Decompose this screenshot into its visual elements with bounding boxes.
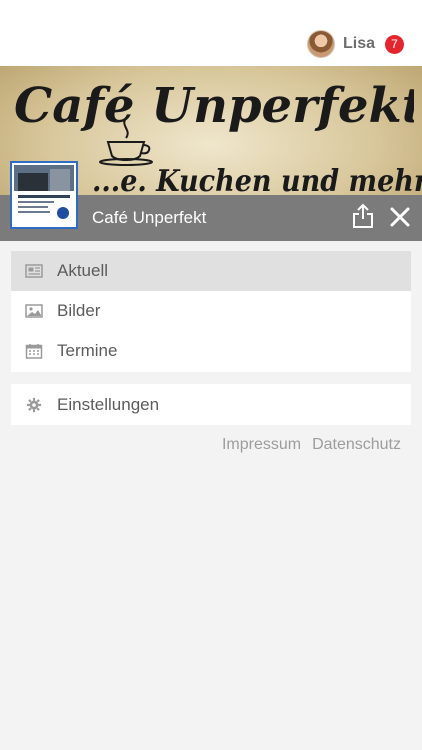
coffee-cup-icon: [99, 117, 153, 166]
content-area: [11, 462, 411, 750]
user-name[interactable]: Lisa: [343, 35, 375, 53]
datenschutz-link[interactable]: Datenschutz: [312, 436, 401, 454]
calendar-icon: [25, 344, 43, 359]
footer-links: Impressum Datenschutz: [222, 436, 401, 454]
gear-icon: [26, 397, 42, 412]
newspaper-icon: [25, 264, 43, 278]
menu-item-label: Bilder: [57, 301, 101, 320]
user-profile[interactable]: Lisa 7: [306, 30, 404, 58]
settings-label: Einstellungen: [57, 394, 160, 414]
hero-subtitle: ...e. Kuchen und mehr...: [92, 164, 422, 199]
menu-item-label: Aktuell: [57, 261, 109, 280]
menu-item-einstellungen[interactable]: Einstellungen: [11, 384, 411, 425]
notification-badge[interactable]: 7: [385, 34, 404, 54]
close-icon[interactable]: [388, 205, 412, 229]
menu-item-termine[interactable]: Termine: [11, 331, 411, 371]
image-icon: [25, 304, 43, 318]
page-logo: [10, 161, 78, 229]
hero-title: Café Unperfekt: [14, 78, 414, 134]
top-bar: Lisa 7: [0, 0, 422, 66]
menu-item-aktuell[interactable]: Aktuell: [11, 251, 411, 291]
avatar[interactable]: [306, 30, 335, 58]
logo-image: [14, 165, 74, 225]
impressum-link[interactable]: Impressum: [222, 436, 301, 454]
settings-section: Einstellungen: [11, 384, 411, 425]
share-icon[interactable]: [352, 203, 374, 229]
menu-list: Aktuell Bilder Termine: [11, 251, 411, 372]
menu-item-label: Termine: [57, 341, 118, 360]
hero-title-artwork: Café Unperfekt: [14, 78, 414, 134]
menu-item-bilder[interactable]: Bilder: [11, 291, 411, 331]
page-title: Café Unperfekt: [92, 208, 207, 227]
